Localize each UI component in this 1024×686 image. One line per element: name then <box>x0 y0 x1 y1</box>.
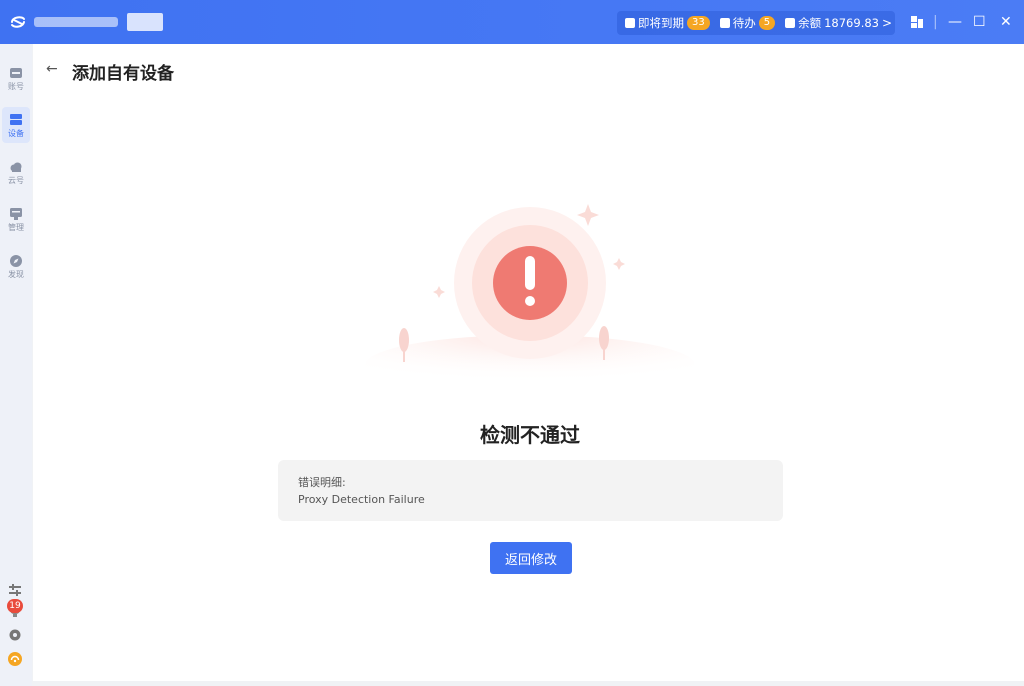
expiring-label: 即将到期 <box>638 16 684 30</box>
error-detail-value: Proxy Detection Failure <box>298 493 425 506</box>
title-bar: 即将到期 33 待办 5 余额 18769.83 > | — ☐ ✕ <box>0 0 1024 44</box>
app-logo-icon <box>11 16 25 28</box>
todo-count-badge: 5 <box>758 16 776 30</box>
tree-trunk <box>603 346 605 360</box>
discover-icon <box>10 255 22 267</box>
sidebar-item-account[interactable]: 账号 <box>2 60 30 96</box>
cloud-icon <box>10 162 22 172</box>
clock-icon <box>625 18 635 28</box>
sidebar-item-label: 云号 <box>8 176 24 185</box>
balance-value: 18769.83 <box>824 16 879 30</box>
expiring-item[interactable]: 即将到期 33 <box>625 15 710 31</box>
chevron-right-icon: > <box>881 16 893 30</box>
sidebar-item-label: 管理 <box>8 223 24 232</box>
status-bar: 即将到期 33 待办 5 余额 18769.83 > <box>617 11 895 35</box>
todo-item[interactable]: 待办 5 <box>719 15 776 31</box>
page-title: 添加自有设备 <box>72 64 174 84</box>
divider: | <box>933 14 938 30</box>
sidebar-item-label: 设备 <box>8 129 24 138</box>
maximize-button[interactable]: ☐ <box>973 13 986 31</box>
manage-icon <box>10 208 22 220</box>
error-detail-box: 错误明细: Proxy Detection Failure <box>278 460 783 521</box>
minimize-button[interactable]: — <box>948 13 962 31</box>
account-icon <box>10 68 22 78</box>
balance-item[interactable]: 余额 18769.83 > <box>785 15 892 31</box>
close-button[interactable]: ✕ <box>1000 13 1012 31</box>
service-icon[interactable] <box>910 15 924 29</box>
todo-label: 待办 <box>732 16 756 30</box>
sparkle-icon <box>613 258 625 270</box>
return-edit-button[interactable]: 返回修改 <box>490 542 572 574</box>
sidebar: 账号 设备 云号 管理 发现 19 <box>0 44 32 686</box>
sidebar-item-label: 账号 <box>8 82 24 91</box>
expiring-count-badge: 33 <box>687 16 710 30</box>
device-icon <box>10 114 22 125</box>
account-name-blurred <box>34 17 118 27</box>
balance-label: 余额 <box>798 16 822 30</box>
gear-icon[interactable] <box>8 628 22 642</box>
sidebar-item-cloud[interactable]: 云号 <box>2 154 30 190</box>
exclamation-icon <box>525 256 535 290</box>
error-detail-label: 错误明细: <box>298 476 346 489</box>
result-title: 检测不通过 <box>480 423 580 447</box>
account-avatar-blurred <box>127 13 163 31</box>
tree-trunk <box>403 348 405 362</box>
exclamation-dot <box>525 296 535 306</box>
sidebar-item-device[interactable]: 设备 <box>2 107 30 143</box>
sparkle-icon <box>577 204 599 226</box>
todo-icon <box>719 18 730 28</box>
wallet-icon <box>785 18 796 28</box>
sidebar-item-discover[interactable]: 发现 <box>2 248 30 284</box>
sidebar-item-manage[interactable]: 管理 <box>2 201 30 237</box>
notification-count-badge: 19 <box>7 599 23 613</box>
notification-bell[interactable]: 19 <box>6 599 24 617</box>
sparkle-icon <box>433 286 445 298</box>
error-illustration <box>365 204 695 380</box>
sidebar-item-label: 发现 <box>8 270 24 279</box>
settings-sliders-icon[interactable] <box>8 583 22 597</box>
customer-service-icon[interactable] <box>8 652 22 666</box>
back-arrow-icon[interactable]: ← <box>46 61 58 77</box>
